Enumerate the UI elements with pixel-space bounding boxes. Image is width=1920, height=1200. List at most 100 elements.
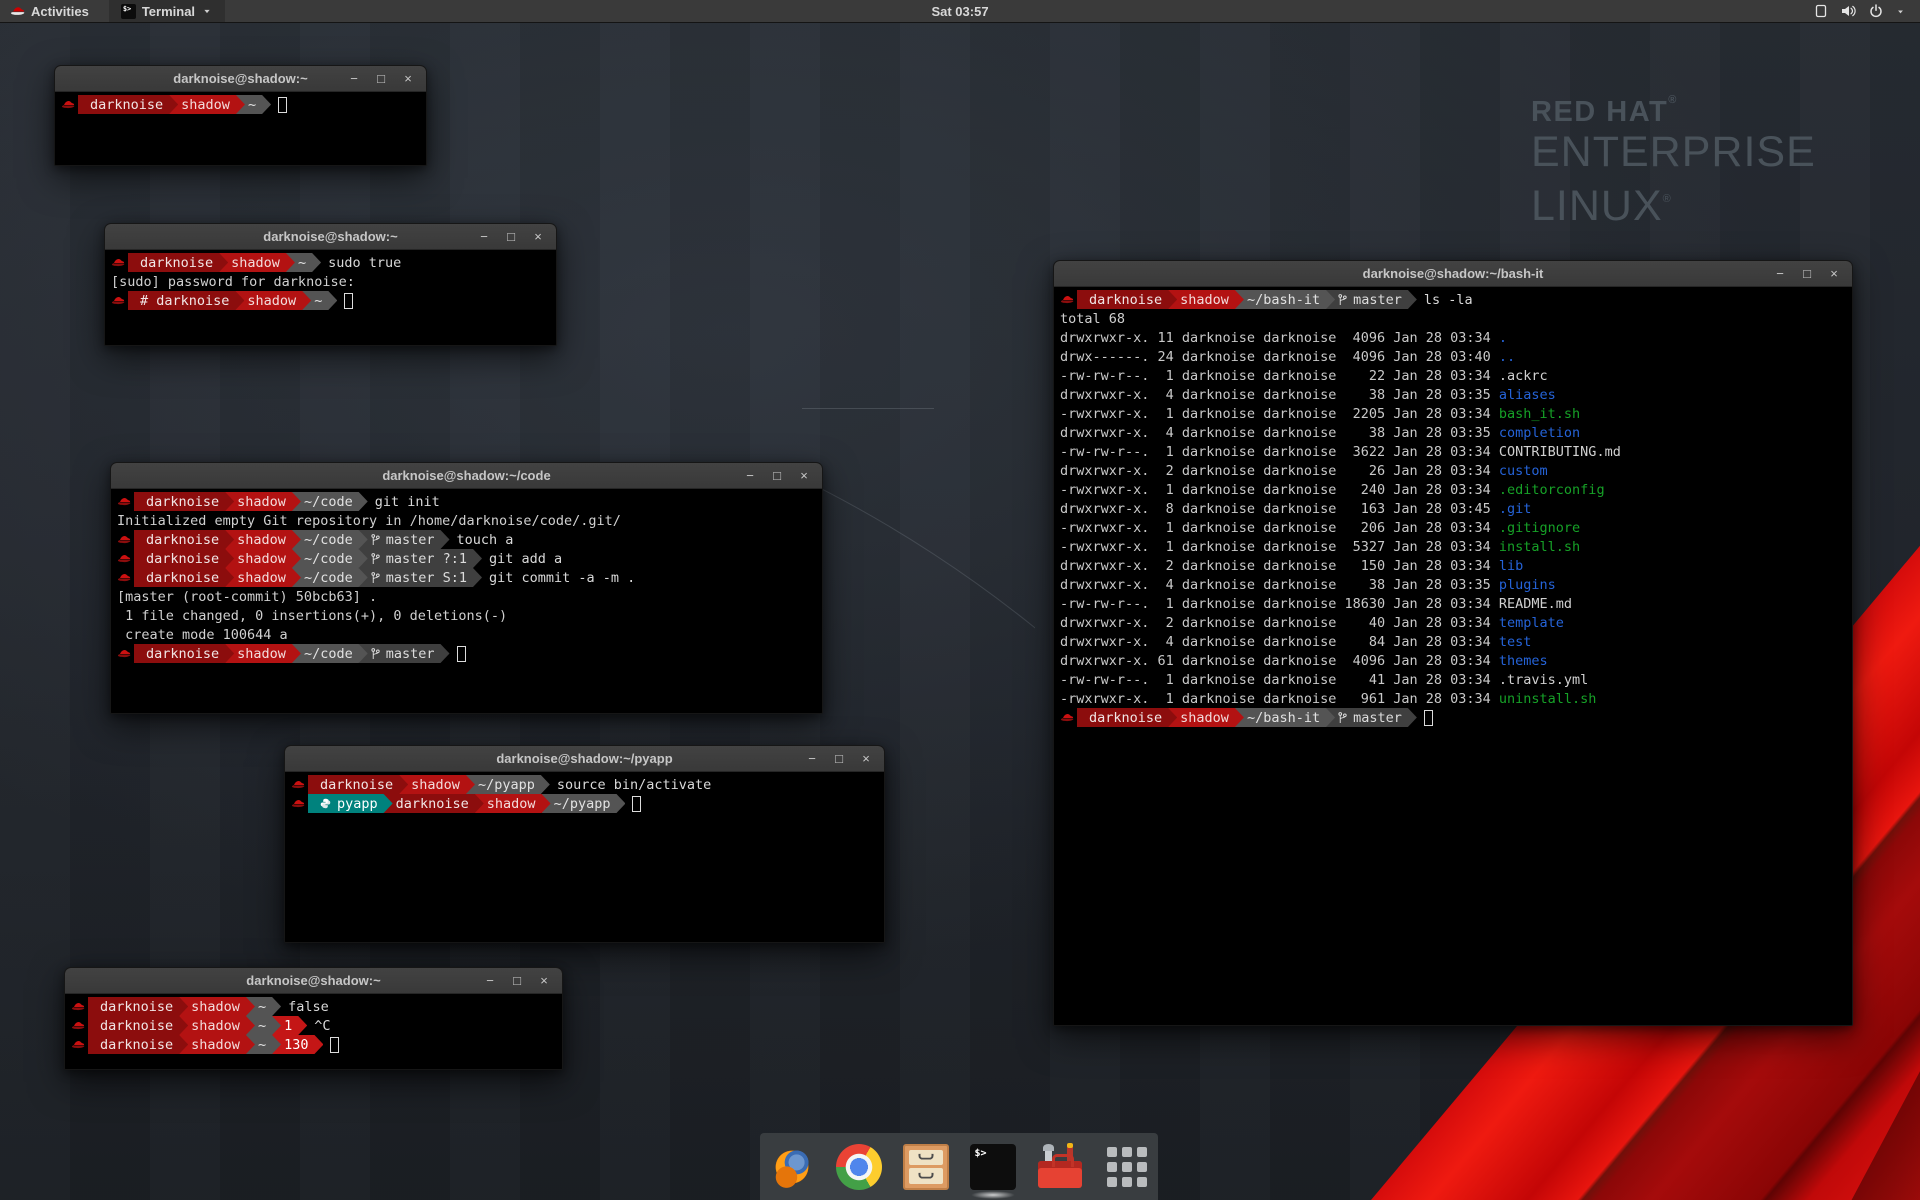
file-meta: drwxrwxr-x. 8 darknoise darknoise 163 Ja…: [1060, 501, 1499, 517]
file-meta: -rw-rw-r--. 1 darknoise darknoise 3622 J…: [1060, 444, 1499, 460]
file-name[interactable]: .git: [1499, 501, 1532, 517]
notification-icon[interactable]: [1813, 3, 1829, 19]
window-titlebar[interactable]: darknoise@shadow:~/bash-it − □ ×: [1054, 261, 1852, 287]
git-branch-icon: [371, 533, 380, 547]
window-titlebar[interactable]: darknoise@shadow:~/code − □ ×: [111, 463, 822, 489]
minimize-button[interactable]: −: [347, 66, 361, 92]
terminal-window-bashit[interactable]: darknoise@shadow:~/bash-it − □ × darknoi…: [1053, 260, 1853, 1026]
prompt-line: darknoiseshadow~/codegit init: [113, 492, 822, 511]
file-name[interactable]: README.md: [1499, 596, 1572, 612]
redhat-prompt-icon: [71, 1001, 85, 1012]
file-name[interactable]: test: [1499, 634, 1532, 650]
activities-button[interactable]: Activities: [0, 0, 99, 22]
chevron-down-icon[interactable]: [1895, 6, 1906, 17]
redhat-prompt-icon: [291, 798, 305, 809]
redhat-prompt-icon: [117, 572, 131, 583]
window-titlebar[interactable]: darknoise@shadow:~ − □ ×: [105, 224, 556, 250]
file-name[interactable]: .travis.yml: [1499, 672, 1588, 688]
prompt-segment-user: darknoise: [88, 1016, 188, 1035]
redhat-prompt-icon: [111, 257, 125, 268]
file-name[interactable]: .: [1499, 330, 1507, 346]
chrome-icon[interactable]: [836, 1144, 882, 1190]
file-name[interactable]: lib: [1499, 558, 1523, 574]
terminal-output-line: create mode 100644 a: [113, 625, 822, 644]
minimize-button[interactable]: −: [477, 224, 491, 250]
maximize-button[interactable]: □: [374, 66, 388, 92]
toolbox-icon[interactable]: [1037, 1144, 1083, 1190]
close-button[interactable]: ×: [531, 224, 545, 250]
file-list-row: -rw-rw-r--. 1 darknoise darknoise 18630 …: [1056, 594, 1852, 613]
prompt-segment-host: shadow: [1168, 290, 1244, 309]
file-name[interactable]: completion: [1499, 425, 1580, 441]
window-titlebar[interactable]: darknoise@shadow:~/pyapp − □ ×: [285, 746, 884, 772]
file-name[interactable]: CONTRIBUTING.md: [1499, 444, 1621, 460]
app-menu-terminal[interactable]: $> Terminal: [109, 0, 225, 22]
terminal-window-home-1[interactable]: darknoise@shadow:~ − □ × darknoiseshadow…: [54, 65, 427, 166]
file-name[interactable]: custom: [1499, 463, 1548, 479]
file-name[interactable]: template: [1499, 615, 1564, 631]
redhat-prompt-icon: [71, 1039, 85, 1050]
terminal-window-pyapp[interactable]: darknoise@shadow:~/pyapp − □ × darknoise…: [284, 745, 885, 943]
window-titlebar[interactable]: darknoise@shadow:~ − □ ×: [65, 968, 562, 994]
terminal-window-home-2[interactable]: darknoise@shadow:~ − □ × darknoiseshadow…: [64, 967, 563, 1070]
close-button[interactable]: ×: [1827, 261, 1841, 287]
terminal-content[interactable]: darknoiseshadow~/codegit initInitialized…: [111, 489, 822, 713]
file-name[interactable]: bash_it.sh: [1499, 406, 1580, 422]
maximize-button[interactable]: □: [770, 463, 784, 489]
file-meta: drwxrwxr-x. 4 darknoise darknoise 38 Jan…: [1060, 425, 1499, 441]
terminal-content[interactable]: darknoiseshadow~/pyappsource bin/activat…: [285, 772, 884, 942]
maximize-button[interactable]: □: [504, 224, 518, 250]
prompt-line: darknoiseshadow~sudo true: [107, 253, 556, 272]
terminal-content[interactable]: darknoiseshadow~falsedarknoiseshadow~1^C…: [65, 994, 562, 1069]
file-name[interactable]: .ackrc: [1499, 368, 1548, 384]
minimize-button[interactable]: −: [743, 463, 757, 489]
file-meta: drwx------. 24 darknoise darknoise 4096 …: [1060, 349, 1499, 365]
window-titlebar[interactable]: darknoise@shadow:~ − □ ×: [55, 66, 426, 92]
prompt-segment-git: master: [359, 530, 450, 549]
firefox-icon[interactable]: [769, 1144, 815, 1190]
volume-icon[interactable]: [1840, 3, 1857, 19]
prompt-segment-path: ~/code: [292, 568, 368, 587]
file-name[interactable]: themes: [1499, 653, 1548, 669]
redhat-prompt-icon: [71, 1020, 85, 1031]
close-button[interactable]: ×: [797, 463, 811, 489]
file-name[interactable]: plugins: [1499, 577, 1556, 593]
terminal-window-code[interactable]: darknoise@shadow:~/code − □ × darknoises…: [110, 462, 823, 714]
git-branch-icon: [371, 571, 380, 585]
terminal-content[interactable]: darknoiseshadow~: [55, 92, 426, 165]
prompt-segment-git: master: [359, 644, 450, 663]
minimize-button[interactable]: −: [805, 746, 819, 772]
maximize-button[interactable]: □: [832, 746, 846, 772]
drawer-bottom: [909, 1168, 943, 1184]
redhat-prompt-icon: [117, 553, 131, 564]
maximize-button[interactable]: □: [1800, 261, 1814, 287]
power-icon[interactable]: [1868, 3, 1884, 19]
close-button[interactable]: ×: [537, 968, 551, 994]
file-name[interactable]: .editorconfig: [1499, 482, 1605, 498]
file-name[interactable]: aliases: [1499, 387, 1556, 403]
file-list-row: -rwxrwxr-x. 1 darknoise darknoise 206 Ja…: [1056, 518, 1852, 537]
minimize-button[interactable]: −: [483, 968, 497, 994]
close-button[interactable]: ×: [401, 66, 415, 92]
terminal-content[interactable]: darknoiseshadow~sudo true[sudo] password…: [105, 250, 556, 345]
file-name[interactable]: install.sh: [1499, 539, 1580, 555]
maximize-button[interactable]: □: [510, 968, 524, 994]
terminal-content[interactable]: darknoiseshadow~/bash-itmasterls -latota…: [1054, 287, 1852, 1025]
redhat-prompt-icon: [1056, 708, 1077, 727]
minimize-button[interactable]: −: [1773, 261, 1787, 287]
terminal-icon[interactable]: $>: [970, 1144, 1016, 1190]
app-grid-icon[interactable]: [1104, 1144, 1150, 1190]
file-name[interactable]: .gitignore: [1499, 520, 1580, 536]
files-icon[interactable]: [903, 1144, 949, 1190]
redhat-prompt-icon: [113, 492, 134, 511]
git-branch-icon: [371, 552, 380, 566]
close-button[interactable]: ×: [859, 746, 873, 772]
clock[interactable]: Sat 03:57: [0, 4, 1920, 19]
terminal-window-sudo[interactable]: darknoise@shadow:~ − □ × darknoiseshadow…: [104, 223, 557, 346]
file-name[interactable]: uninstall.sh: [1499, 691, 1597, 707]
top-bar: Activities $> Terminal Sat 03:57: [0, 0, 1920, 23]
prompt-line: darknoiseshadow~false: [67, 997, 562, 1016]
file-meta: drwxrwxr-x. 4 darknoise darknoise 38 Jan…: [1060, 387, 1499, 403]
file-list-row: drwxrwxr-x. 4 darknoise darknoise 38 Jan…: [1056, 423, 1852, 442]
file-name[interactable]: ..: [1499, 349, 1515, 365]
